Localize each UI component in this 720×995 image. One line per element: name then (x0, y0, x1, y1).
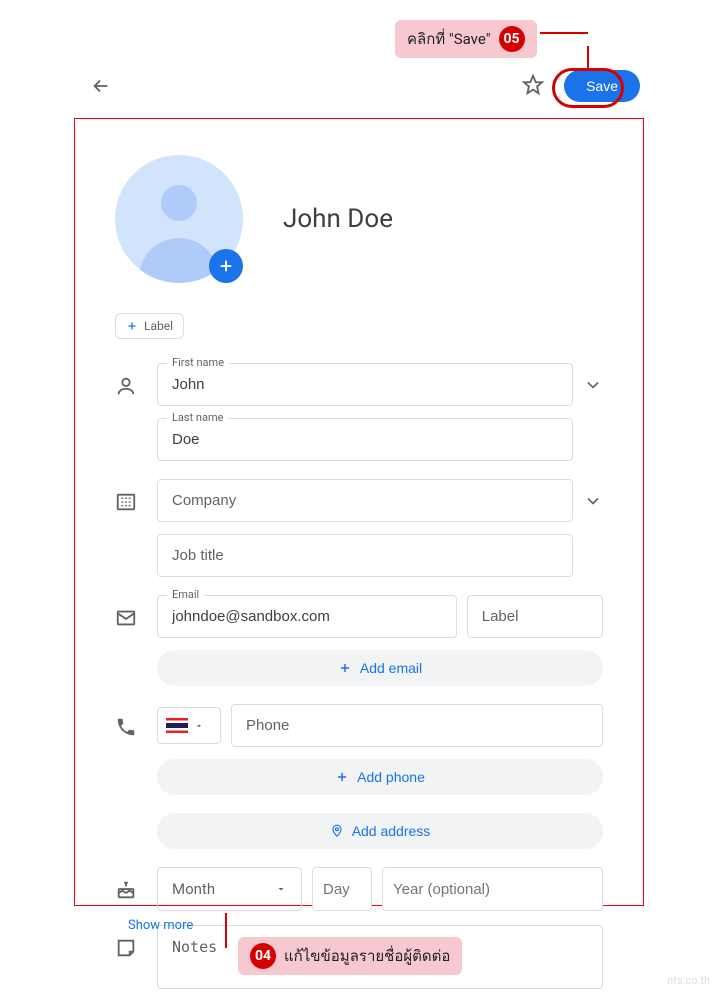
star-icon (522, 74, 544, 96)
expand-name-button[interactable] (583, 375, 603, 395)
connector-line (225, 913, 227, 948)
first-name-label: First name (167, 356, 229, 369)
first-name-input[interactable] (157, 363, 573, 406)
back-button[interactable] (90, 74, 114, 98)
label-chip-text: Label (144, 319, 173, 333)
company-input[interactable] (157, 479, 573, 522)
avatar-head-shape (161, 185, 197, 221)
expand-company-button[interactable] (583, 491, 603, 511)
profile-section: John Doe (115, 155, 603, 283)
plus-icon (338, 661, 352, 675)
location-pin-icon (330, 824, 344, 838)
show-more-link[interactable]: Show more (128, 918, 193, 933)
caret-down-icon (275, 883, 287, 895)
star-button[interactable] (522, 74, 546, 98)
callout-save-text: คลิกที่ "Save" (407, 27, 491, 51)
country-code-select[interactable] (157, 707, 221, 744)
phone-icon (115, 716, 137, 738)
company-fields (157, 479, 603, 577)
name-row: First name Last name (115, 363, 603, 461)
day-input[interactable] (312, 867, 372, 911)
jobtitle-field-wrap (157, 534, 573, 577)
date-fields: Month (157, 867, 603, 911)
arrow-left-icon (90, 75, 112, 97)
step-number-5: 05 (499, 26, 525, 52)
avatar-body-shape (139, 238, 219, 283)
plus-icon (217, 257, 235, 275)
notes-icon (115, 937, 137, 959)
email-icon (115, 607, 137, 629)
plus-icon (335, 770, 349, 784)
email-label: Email (167, 588, 204, 601)
callout-save: คลิกที่ "Save" 05 (395, 20, 537, 58)
last-name-input[interactable] (157, 418, 573, 461)
add-photo-button[interactable] (209, 249, 243, 283)
watermark: nts.co.th (667, 974, 710, 987)
email-fields: Email Add email (157, 595, 603, 686)
add-email-text: Add email (360, 660, 422, 676)
month-placeholder: Month (172, 880, 215, 898)
contact-name: John Doe (283, 204, 393, 234)
connector-line (540, 32, 588, 34)
add-address-button[interactable]: Add address (157, 813, 603, 849)
phone-row: Add phone Add address (115, 704, 603, 849)
phone-fields: Add phone Add address (157, 704, 603, 849)
email-row: Email Add email (115, 595, 603, 686)
callout-edit-text: แก้ไขข้อมูลรายชื่อผู้ติดต่อ (284, 944, 450, 968)
chevron-down-icon (583, 491, 603, 511)
name-fields: First name Last name (157, 363, 603, 461)
email-label-field-wrap (467, 595, 603, 638)
add-phone-text: Add phone (357, 769, 425, 785)
last-name-label: Last name (167, 411, 228, 424)
callout-edit: 04 แก้ไขข้อมูลรายชื่อผู้ติดต่อ (238, 937, 462, 975)
email-input[interactable] (157, 595, 457, 638)
company-icon (115, 491, 137, 513)
step-number-4: 04 (250, 943, 276, 969)
caret-down-icon (194, 721, 204, 731)
birthday-icon (115, 879, 137, 901)
thailand-flag-icon (166, 718, 188, 733)
email-label-input[interactable] (467, 595, 603, 638)
avatar-wrapper (115, 155, 243, 283)
edit-contact-panel: John Doe Label First name Last name (74, 118, 644, 906)
company-row (115, 479, 603, 577)
add-address-text: Add address (352, 823, 431, 839)
add-email-button[interactable]: Add email (157, 650, 603, 686)
year-input[interactable] (382, 867, 603, 911)
last-name-field-wrap: Last name (157, 418, 573, 461)
jobtitle-input[interactable] (157, 534, 573, 577)
save-highlight-ring (552, 68, 624, 108)
company-field-wrap (157, 479, 573, 522)
phone-field-wrap (231, 704, 603, 747)
first-name-field-wrap: First name (157, 363, 573, 406)
add-phone-button[interactable]: Add phone (157, 759, 603, 795)
month-select[interactable]: Month (157, 867, 302, 911)
person-icon (115, 375, 137, 397)
chevron-down-icon (583, 375, 603, 395)
add-label-chip[interactable]: Label (115, 313, 184, 339)
date-row: Month (115, 867, 603, 911)
phone-input[interactable] (231, 704, 603, 747)
email-field-wrap: Email (157, 595, 457, 638)
plus-icon (126, 320, 138, 332)
